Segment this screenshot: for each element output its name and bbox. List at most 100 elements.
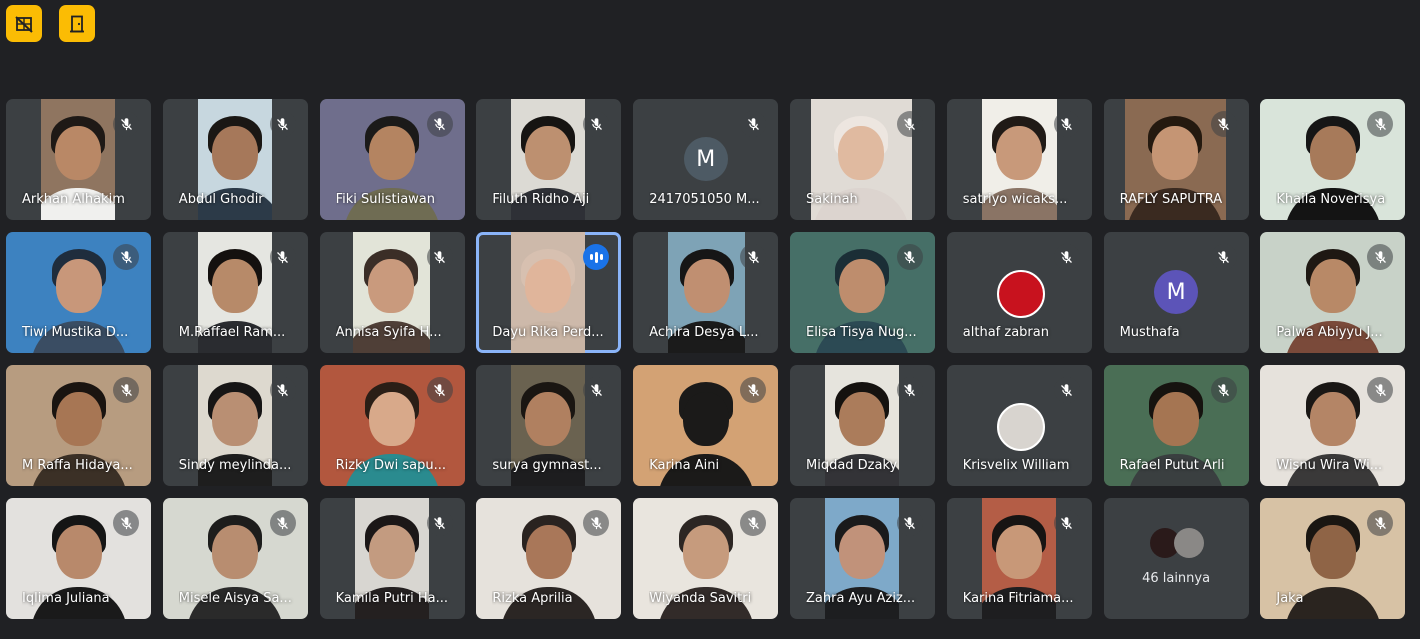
mic-off-icon bbox=[740, 510, 767, 536]
participant-tile[interactable]: Filuth Ridho Aji bbox=[476, 99, 622, 220]
mic-off-icon bbox=[1210, 377, 1237, 403]
participant-tile[interactable]: surya gymnast... bbox=[476, 365, 622, 486]
participant-name: Karina Fitriama... bbox=[962, 591, 1074, 606]
participant-tile[interactable]: M Raffa Hidaya... bbox=[6, 365, 151, 486]
participant-name: Filuth Ridho Aji bbox=[492, 192, 590, 207]
mic-off-icon bbox=[113, 244, 139, 270]
participant-avatar: M bbox=[683, 137, 728, 181]
participant-tile[interactable]: Wiyanda Savitri bbox=[633, 498, 779, 619]
mic-off-icon bbox=[269, 111, 296, 137]
mic-off-icon bbox=[113, 377, 139, 403]
mic-off-icon bbox=[426, 377, 453, 403]
participant-name: surya gymnast... bbox=[492, 458, 602, 473]
mic-off-icon bbox=[1210, 244, 1237, 270]
participant-tile[interactable]: Zahra Ayu Aziz... bbox=[789, 498, 935, 619]
participant-grid: Arkhan Alhakim Abdul Ghodir Fiki Sulistiaw… bbox=[6, 99, 1406, 619]
participant-name: Sakinah bbox=[805, 192, 858, 207]
participant-tile[interactable]: M.Raffael Ram... bbox=[162, 232, 308, 353]
participant-tile[interactable]: Karina Fitriama... bbox=[946, 498, 1092, 619]
mic-off-icon bbox=[1053, 111, 1080, 137]
participant-name: Palwa Abiyyu J... bbox=[1276, 325, 1383, 340]
participant-tile[interactable]: Arkhan Alhakim bbox=[6, 99, 151, 220]
exit-door-icon[interactable] bbox=[59, 5, 95, 42]
participant-name: Miqdad Dzaky bbox=[805, 458, 898, 473]
mic-off-icon bbox=[1053, 377, 1080, 403]
participant-name: Annisa Syifa H... bbox=[335, 325, 442, 340]
participant-name: Misele Aisya Sa... bbox=[178, 591, 292, 606]
participant-tile[interactable]: satriyo wicaks... bbox=[946, 99, 1092, 220]
participant-name: Elisa Tisya Nug... bbox=[805, 325, 917, 340]
participant-tile[interactable]: Tiwi Mustika D... bbox=[6, 232, 151, 353]
participant-tile[interactable]: Sakinah bbox=[789, 99, 935, 220]
participant-tile[interactable]: Fiki Sulistiawan bbox=[319, 99, 465, 220]
no-video-icon-glyph bbox=[15, 15, 33, 33]
participant-name: satriyo wicaks... bbox=[962, 192, 1068, 207]
mic-off-icon bbox=[426, 510, 453, 536]
participant-name: Kamila Putri Ha... bbox=[335, 591, 449, 606]
participant-name: Sindy meylinda... bbox=[178, 458, 292, 473]
participant-avatar bbox=[997, 270, 1046, 318]
participant-tile[interactable]: Jaka bbox=[1260, 498, 1406, 619]
participant-tile[interactable]: RAFLY SAPUTRA bbox=[1103, 99, 1249, 220]
mic-off-icon bbox=[269, 244, 296, 270]
mic-off-icon bbox=[1053, 510, 1080, 536]
mic-off-icon bbox=[740, 244, 767, 270]
participant-tile[interactable]: Miqdad Dzaky bbox=[789, 365, 935, 486]
mic-off-icon bbox=[583, 377, 610, 403]
participant-name: Arkhan Alhakim bbox=[22, 192, 125, 207]
participant-tile[interactable]: Kamila Putri Ha... bbox=[319, 498, 465, 619]
participant-name: Dayu Rika Perd... bbox=[492, 325, 604, 340]
participant-tile[interactable]: Karina Aini bbox=[633, 365, 779, 486]
mic-off-icon bbox=[896, 510, 923, 536]
mic-off-icon bbox=[426, 111, 453, 137]
participant-tile[interactable]: Krisvelix William bbox=[946, 365, 1092, 486]
participant-name: M.Raffael Ram... bbox=[178, 325, 286, 340]
mic-off-icon bbox=[740, 111, 767, 137]
participant-tile[interactable]: Sindy meylinda... bbox=[162, 365, 308, 486]
mic-off-icon bbox=[740, 377, 767, 403]
participant-name: Tiwi Mustika D... bbox=[22, 325, 129, 340]
participant-name: Zahra Ayu Aziz... bbox=[805, 591, 916, 606]
participant-tile[interactable]: M 2417051050 M... bbox=[633, 99, 779, 220]
participant-tile[interactable]: Palwa Abiyyu J... bbox=[1260, 232, 1406, 353]
mic-off-icon bbox=[1053, 244, 1080, 270]
participant-name: Musthafa bbox=[1119, 325, 1180, 340]
participant-name: Rizka Aprilia bbox=[492, 591, 573, 606]
no-video-icon[interactable] bbox=[6, 5, 42, 42]
more-participants-label: 46 lainnya bbox=[1142, 571, 1211, 586]
participant-tile[interactable]: Rizka Aprilia bbox=[476, 498, 622, 619]
mic-off-icon bbox=[113, 510, 139, 536]
participant-name: Karina Aini bbox=[649, 458, 720, 473]
participant-avatar: M bbox=[1154, 270, 1199, 314]
participant-name: M Raffa Hidaya... bbox=[22, 458, 133, 473]
participant-tile[interactable]: Rizky Dwi sapu... bbox=[319, 365, 465, 486]
participant-name: Khaila Noverisya bbox=[1276, 192, 1386, 207]
speaking-indicator-icon bbox=[583, 244, 610, 270]
mic-off-icon bbox=[269, 377, 296, 403]
mic-off-icon bbox=[896, 111, 923, 137]
participant-tile[interactable]: althaf zabran bbox=[946, 232, 1092, 353]
participant-name: Wisnu Wira Wi... bbox=[1276, 458, 1383, 473]
participant-tile[interactable]: Khaila Noverisya bbox=[1260, 99, 1406, 220]
participant-tile[interactable]: Rafael Putut Arli bbox=[1103, 365, 1249, 486]
participant-tile[interactable]: M Musthafa bbox=[1103, 232, 1249, 353]
mic-off-icon bbox=[583, 111, 610, 137]
mic-off-icon bbox=[269, 510, 296, 536]
participant-name: Rafael Putut Arli bbox=[1119, 458, 1225, 473]
other-participant-avatar bbox=[1173, 528, 1204, 558]
participant-name: Jaka bbox=[1276, 591, 1304, 606]
mic-off-icon bbox=[1210, 111, 1237, 137]
participant-tile[interactable]: Wisnu Wira Wi... bbox=[1260, 365, 1406, 486]
participant-tile[interactable]: Misele Aisya Sa... bbox=[162, 498, 308, 619]
participant-tile[interactable]: Dayu Rika Perd... bbox=[476, 232, 622, 353]
participant-tile[interactable]: Achira Desya L... bbox=[633, 232, 779, 353]
participant-name: Rizky Dwi sapu... bbox=[335, 458, 446, 473]
participant-tile[interactable]: Annisa Syifa H... bbox=[319, 232, 465, 353]
participant-tile[interactable]: Abdul Ghodir bbox=[162, 99, 308, 220]
participant-tile[interactable]: 46 lainnya bbox=[1103, 498, 1249, 619]
participant-tile[interactable]: Iqlima Juliana bbox=[6, 498, 151, 619]
participant-tile[interactable]: Elisa Tisya Nug... bbox=[789, 232, 935, 353]
participant-name: Krisvelix William bbox=[962, 458, 1070, 473]
exit-door-icon-glyph bbox=[70, 15, 84, 32]
mic-off-icon bbox=[113, 111, 139, 137]
